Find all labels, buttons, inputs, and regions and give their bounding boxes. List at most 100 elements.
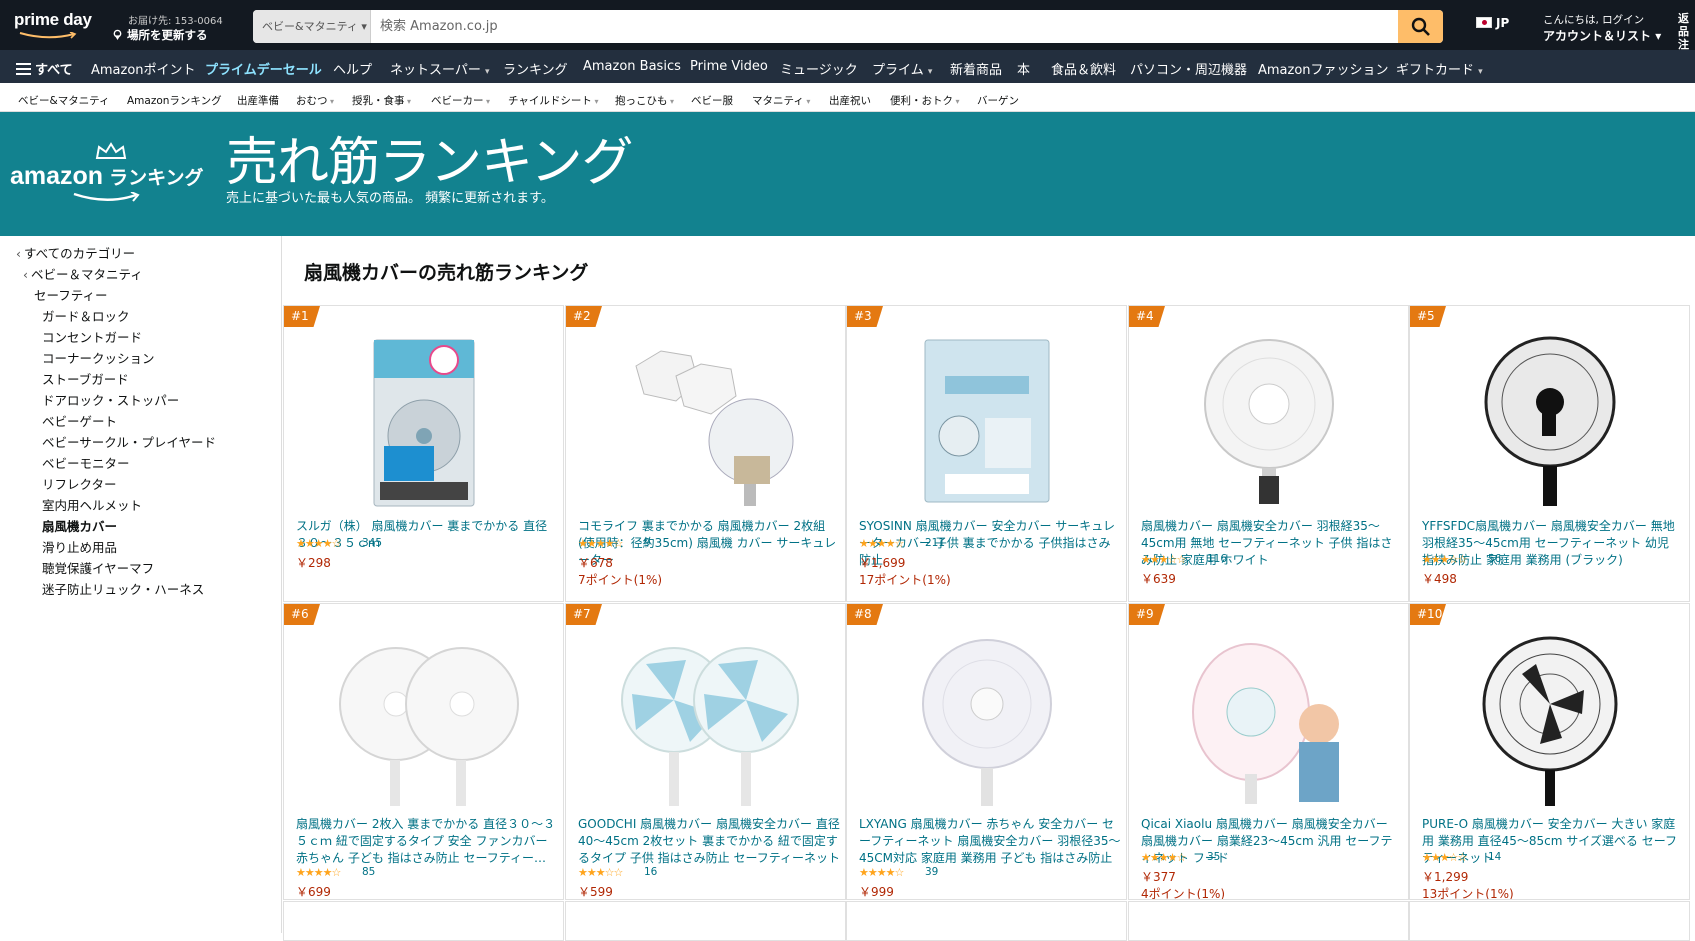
product-card[interactable]: #10 PURE-O 扇風機カバー 安全カバー 大きい 家庭用 業務用 直径45… xyxy=(1409,603,1690,900)
product-card[interactable]: #5 YFFSFDC扇風機カバー 扇風機安全カバー 無地 羽根経35～45cm用… xyxy=(1409,305,1690,602)
nav-pc-peripherals[interactable]: パソコン・周辺機器 xyxy=(1130,59,1247,78)
subnav-amazon-ranking[interactable]: Amazonランキング xyxy=(127,93,222,108)
sidebar-item-fan-cover-selected[interactable]: 扇風機カバー xyxy=(42,516,117,535)
subnav-birth-prep[interactable]: 出産準備 xyxy=(237,93,279,108)
review-count[interactable]: 39 xyxy=(925,866,938,878)
nav-all-menu[interactable]: すべて xyxy=(16,59,73,78)
product-image-white-fan-covered[interactable] xyxy=(1169,336,1369,508)
product-card[interactable]: #8 LXYANG 扇風機カバー 赤ちゃん 安全カバー セーフティーネット 扇風… xyxy=(846,603,1127,900)
language-selector[interactable]: JP xyxy=(1476,16,1509,30)
sidebar-item-baby-circle[interactable]: ベビーサークル・プレイヤード xyxy=(42,432,216,451)
product-image-white-fan-net[interactable] xyxy=(887,634,1087,806)
rating-stars-icon[interactable]: ★★★★☆ xyxy=(578,537,623,550)
review-count[interactable]: 56 xyxy=(1488,553,1501,565)
sidebar-current-safety[interactable]: セーフティー xyxy=(34,285,108,304)
nav-music[interactable]: ミュージック xyxy=(780,59,858,78)
product-card[interactable]: #6 扇風機カバー 2枚入 裏までかかる 直径３０～３５ｃｍ 紐で固定するタイプ… xyxy=(283,603,564,900)
subnav-feeding[interactable]: 授乳・食事 ▾ xyxy=(352,93,411,108)
prime-day-logo[interactable]: prime day xyxy=(14,10,96,42)
review-count[interactable]: 16 xyxy=(644,866,657,878)
product-card[interactable]: #4 扇風機カバー 扇風機安全カバー 羽根経35～45cm用 無地 セーフティー… xyxy=(1128,305,1409,602)
nav-amazon-points[interactable]: Amazonポイント xyxy=(91,59,196,78)
subnav-maternity[interactable]: マタニティ ▾ xyxy=(752,93,810,108)
product-title-link[interactable]: GOODCHI 扇風機カバー 扇風機安全カバー 直径40～45cm 2枚セット … xyxy=(578,816,840,868)
review-count[interactable]: 14 xyxy=(1488,851,1501,863)
sidebar-item-baby-gate[interactable]: ベビーゲート xyxy=(42,411,117,430)
subnav-stroller[interactable]: ベビーカー ▾ xyxy=(431,93,490,108)
nav-prime-day-sale[interactable]: プライムデーセール xyxy=(205,59,322,78)
review-count[interactable]: 35 xyxy=(1207,851,1220,863)
product-card[interactable]: #1 スルガ（株） 扇風機カバー 裏までかかる 直径３０～３５ｃｍ ★★★★☆ … xyxy=(283,305,564,602)
sidebar-item-baby-monitor[interactable]: ベビーモニター xyxy=(42,453,130,472)
sidebar-item-guard-lock[interactable]: ガード＆ロック xyxy=(42,306,130,325)
nav-ranking[interactable]: ランキング xyxy=(503,59,568,78)
sidebar-item-reflector[interactable]: リフレクター xyxy=(42,474,117,493)
product-card[interactable] xyxy=(283,901,564,941)
review-count[interactable]: 85 xyxy=(362,866,375,878)
nav-amazon-basics[interactable]: Amazon Basics xyxy=(583,59,681,74)
sidebar-item-stove-guard[interactable]: ストーブガード xyxy=(42,369,129,388)
rating-stars-icon[interactable]: ★★★☆☆ xyxy=(1422,553,1467,566)
product-card[interactable] xyxy=(1128,901,1409,941)
nav-amazon-fashion[interactable]: Amazonファッション xyxy=(1258,59,1389,78)
nav-net-super[interactable]: ネットスーパー ▾ xyxy=(390,59,490,78)
subnav-deals[interactable]: 便利・おトク ▾ xyxy=(890,93,960,108)
search-department-select[interactable]: ベビー&マタニティ ▾ xyxy=(253,10,371,43)
review-count[interactable]: 116 xyxy=(1207,553,1227,565)
sidebar-item-corner-cushion[interactable]: コーナークッション xyxy=(42,348,155,367)
product-image-black-fan-covered[interactable] xyxy=(1450,336,1650,508)
product-image-large-black-fan[interactable] xyxy=(1450,634,1650,806)
product-card[interactable]: #3 SYOSINN 扇風機カバー 安全カバー サーキュレーターカバー 子供 裏… xyxy=(846,305,1127,602)
nav-prime[interactable]: プライム ▾ xyxy=(872,59,932,78)
nav-gift-cards[interactable]: ギフトカード ▾ xyxy=(1396,59,1483,78)
product-card[interactable]: #7 GOODCHI 扇風機カバー 扇風機安全カバー 直径40～45cm 2枚セ… xyxy=(565,603,846,900)
rating-stars-icon[interactable]: ★★★★☆ xyxy=(859,537,904,550)
sidebar-item-anti-slip[interactable]: 滑り止め用品 xyxy=(42,537,117,556)
rating-stars-icon[interactable]: ★★★☆☆ xyxy=(1422,851,1467,864)
rating-stars-icon[interactable]: ★★★★☆ xyxy=(1141,851,1186,864)
sidebar-item-outlet-guard[interactable]: コンセントガード xyxy=(42,327,142,346)
nav-books[interactable]: 本 xyxy=(1017,59,1030,78)
subnav-birth-gifts[interactable]: 出産祝い xyxy=(829,93,871,108)
rating-stars-icon[interactable]: ★★★☆☆ xyxy=(1141,553,1186,566)
product-card[interactable]: #2 コモライフ 裏までかかる 扇風機カバー 2枚組(使用時：径約35cm) 扇… xyxy=(565,305,846,602)
nav-help[interactable]: ヘルプ xyxy=(333,59,372,78)
search-button[interactable] xyxy=(1398,10,1443,43)
subnav-diapers[interactable]: おむつ ▾ xyxy=(296,93,334,108)
sidebar-item-ear-muff[interactable]: 聴覚保護イヤーマフ xyxy=(42,558,154,577)
sidebar-all-categories[interactable]: ‹ すべてのカテゴリー xyxy=(16,243,135,262)
subnav-bargain[interactable]: バーゲン xyxy=(977,93,1019,108)
product-image-fan-cover-package[interactable] xyxy=(324,336,524,508)
review-count[interactable]: 211 xyxy=(925,537,945,549)
sidebar-item-door-lock[interactable]: ドアロック・ストッパー xyxy=(42,390,179,409)
product-image-mesh-fan-cover[interactable] xyxy=(606,336,806,508)
product-card[interactable] xyxy=(1409,901,1690,941)
product-image-fan-with-child[interactable] xyxy=(1169,634,1369,806)
nav-new-releases[interactable]: 新着商品 xyxy=(950,59,1002,78)
product-card[interactable] xyxy=(565,901,846,941)
rating-stars-icon[interactable]: ★★★★☆ xyxy=(859,866,904,879)
sidebar-item-indoor-helmet[interactable]: 室内用ヘルメット xyxy=(42,495,142,514)
product-image-fan-cover-bag[interactable] xyxy=(887,336,1087,508)
product-title-link[interactable]: LXYANG 扇風機カバー 赤ちゃん 安全カバー セーフティーネット 扇風機安全… xyxy=(859,816,1121,868)
rating-stars-icon[interactable]: ★★★★☆ xyxy=(296,537,341,550)
product-image-two-blue-fans[interactable] xyxy=(606,634,806,806)
subnav-child-seat[interactable]: チャイルドシート ▾ xyxy=(508,93,598,108)
rating-stars-icon[interactable]: ★★★★☆ xyxy=(296,866,341,879)
subnav-baby-clothes[interactable]: ベビー服 xyxy=(691,93,733,108)
nav-food-drink[interactable]: 食品＆飲料 xyxy=(1051,59,1116,78)
search-input[interactable] xyxy=(372,10,1372,43)
nav-prime-video[interactable]: Prime Video xyxy=(690,59,768,74)
sidebar-item-harness[interactable]: 迷子防止リュック・ハーネス xyxy=(42,579,204,598)
deliver-to-location[interactable]: お届け先: 153-0064 場所を更新する xyxy=(112,12,223,43)
account-lists-menu[interactable]: こんにちは, ログイン アカウント＆リスト ▾ xyxy=(1543,12,1661,44)
product-card[interactable] xyxy=(846,901,1127,941)
product-image-two-white-fans[interactable] xyxy=(324,634,524,806)
review-count[interactable]: 345 xyxy=(362,537,382,549)
product-title-link[interactable]: 扇風機カバー 2枚入 裏までかかる 直径３０～３５ｃｍ 紐で固定するタイプ 安全… xyxy=(296,816,558,868)
subnav-baby-carrier[interactable]: 抱っこひも ▾ xyxy=(615,93,674,108)
product-card[interactable]: #9 Qicai Xiaolu 扇風機カバー 扇風機安全カバー 扇風機カバー 扇… xyxy=(1128,603,1409,900)
review-count[interactable]: 9 xyxy=(644,537,651,549)
sidebar-parent-baby[interactable]: ‹ ベビー＆マタニティ xyxy=(23,264,143,283)
subnav-baby-maternity[interactable]: ベビー&マタニティ xyxy=(18,93,110,108)
